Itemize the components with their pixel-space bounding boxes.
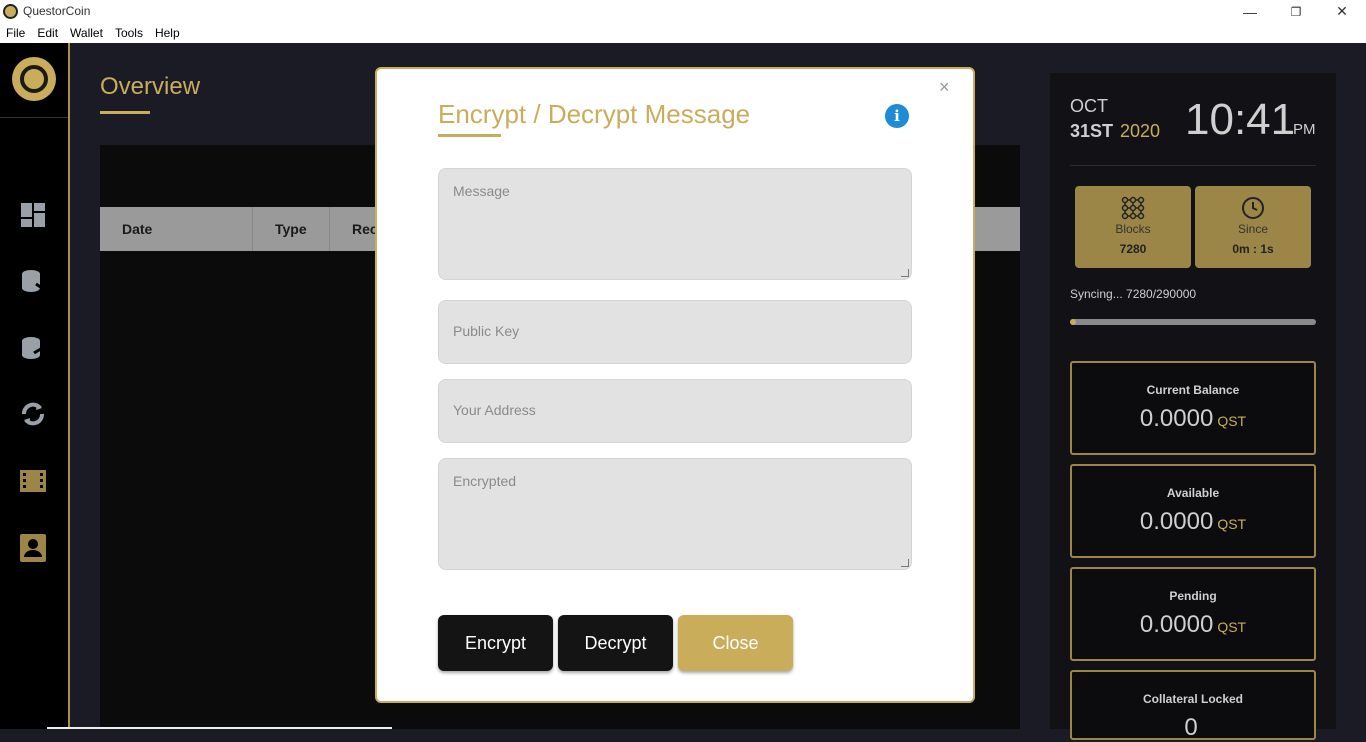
encrypted-textarea[interactable]: Encrypted	[438, 458, 912, 570]
close-icon[interactable]: ×	[939, 77, 950, 98]
public-key-placeholder: Public Key	[453, 323, 520, 339]
encrypt-decrypt-dialog: × Encrypt / Decrypt Message i Message Pu…	[375, 67, 975, 703]
address-placeholder: Your Address	[453, 402, 536, 418]
resize-handle[interactable]	[901, 269, 909, 277]
encrypted-placeholder: Encrypted	[453, 473, 517, 489]
message-placeholder: Message	[453, 183, 510, 199]
decrypt-button[interactable]: Decrypt	[558, 615, 673, 671]
message-textarea[interactable]: Message	[438, 168, 912, 280]
public-key-input[interactable]: Public Key	[438, 300, 912, 364]
dialog-title: Encrypt / Decrypt Message	[438, 99, 751, 129]
your-address-input[interactable]: Your Address	[438, 379, 912, 443]
info-icon[interactable]: i	[885, 104, 909, 128]
close-button[interactable]: Close	[678, 615, 793, 671]
encrypt-button[interactable]: Encrypt	[438, 615, 553, 671]
resize-handle[interactable]	[901, 559, 909, 567]
modal-backdrop: × Encrypt / Decrypt Message i Message Pu…	[0, 0, 1366, 729]
title-underline	[438, 134, 501, 137]
